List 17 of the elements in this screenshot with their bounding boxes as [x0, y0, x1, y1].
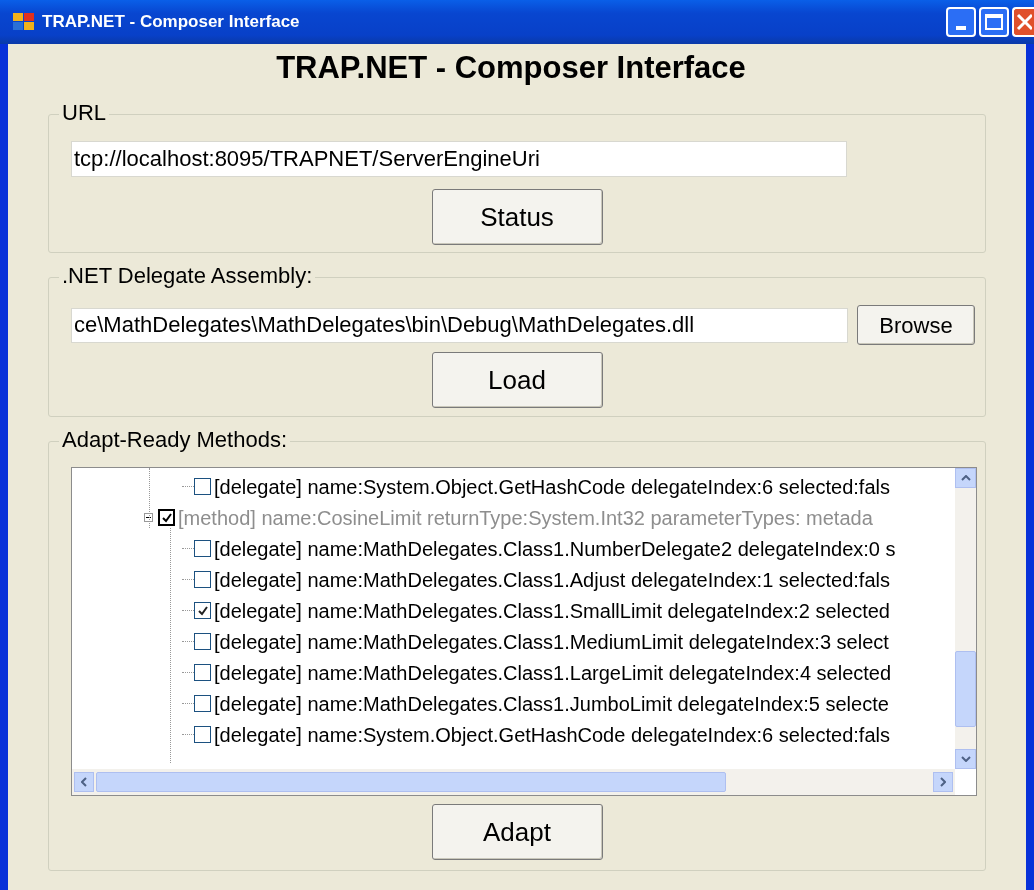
tree-item-text[interactable]: [delegate] name:System.Object.GetHashCode delegateIndex:6 selected:fals	[214, 471, 890, 502]
assembly-path-field[interactable]: ce\MathDelegates\MathDelegates\bin\Debug\MathDelegates.dll	[71, 307, 848, 343]
window-title: TRAP.NET - Composer Interface	[42, 11, 300, 34]
push-button[interactable]: Status	[431, 189, 603, 245]
close-icon	[1016, 13, 1032, 31]
close-button[interactable]	[1012, 7, 1034, 37]
url-field[interactable]: tcp://localhost:8095/TRAPNET/ServerEngineUri	[71, 141, 847, 177]
app-icon	[12, 12, 36, 32]
page-heading: TRAP.NET - Composer Interface	[275, 50, 747, 86]
push-button[interactable]: Adapt	[431, 804, 603, 860]
push-button[interactable]: Load	[431, 352, 603, 408]
maximize-button[interactable]	[979, 7, 1009, 37]
checkbox[interactable]	[194, 478, 211, 495]
push-button[interactable]: Browse	[857, 305, 975, 345]
minimize-button[interactable]	[946, 7, 976, 37]
horizontal-scrollbar[interactable]	[72, 769, 955, 795]
vertical-scrollbar[interactable]	[955, 468, 976, 769]
